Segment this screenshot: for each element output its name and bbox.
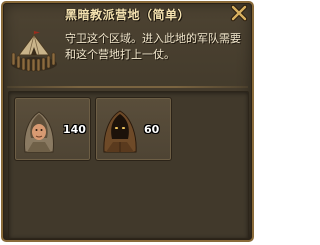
window-title: 黑暗教派营地（简单）: [64, 8, 190, 22]
dark-cultist-icon: [103, 110, 137, 153]
camp-icon: [11, 31, 57, 72]
units-panel: 140 60: [8, 91, 249, 239]
camp-description: 守卫这个区域。进入此地的军队需要和这个营地打上一仗。: [65, 32, 241, 61]
unit-slot-hooded-warrior[interactable]: 140: [14, 97, 91, 161]
unit-count: 60: [144, 123, 160, 136]
unit-slot-dark-cultist[interactable]: 60: [95, 97, 172, 161]
divider: [7, 86, 248, 88]
camp-info-window: 黑暗教派营地（简单） 守卫这个区域。进入此地的军队需要和这个营地打上一仗。 14…: [1, 1, 254, 242]
unit-count: 140: [63, 123, 86, 136]
hooded-warrior-icon: [24, 111, 54, 153]
camp-header: 守卫这个区域。进入此地的军队需要和这个营地打上一仗。: [7, 25, 249, 83]
close-icon[interactable]: [230, 4, 248, 22]
